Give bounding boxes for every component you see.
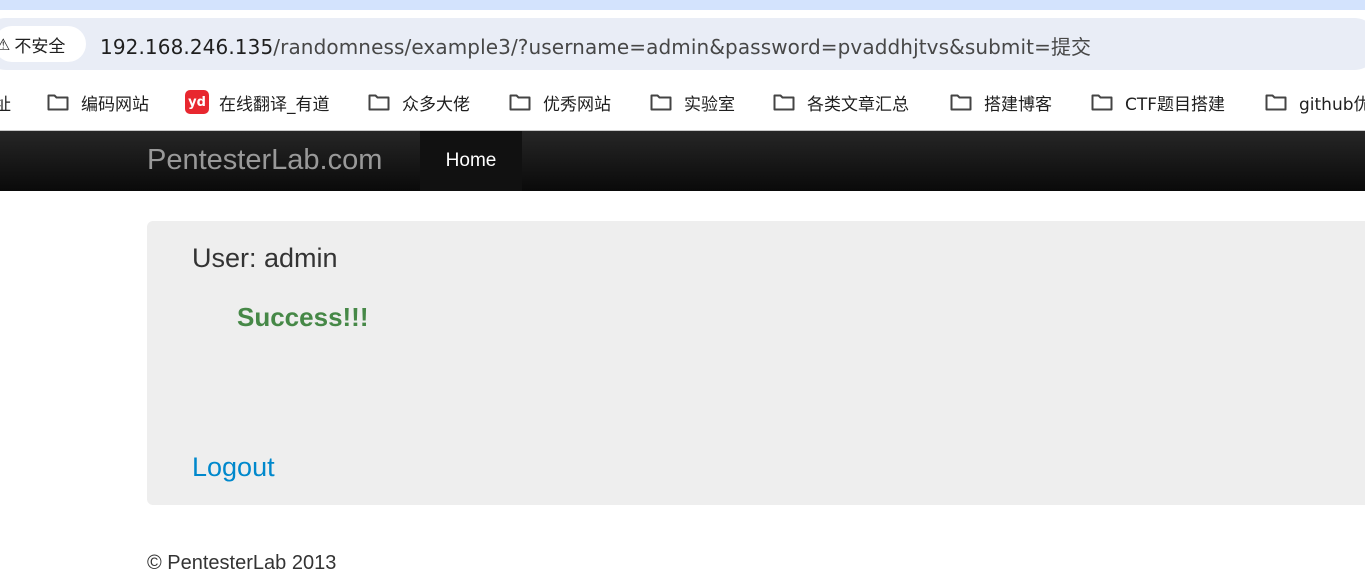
bookmark-label: 搭建博客 <box>984 94 1052 115</box>
folder-icon <box>1265 94 1287 111</box>
bookmarks-bar: 址 编码网站 yd 在线翻译_有道 众多大佬 优秀网站 实验室 各类文章汇总 搭… <box>0 76 1365 131</box>
bookmark-label: 址 <box>0 90 11 115</box>
bookmark-label: github优 <box>1299 94 1365 115</box>
bookmark-partial[interactable]: 址 <box>0 88 11 116</box>
bookmark-label: 编码网站 <box>81 94 149 115</box>
site-navbar: PentesterLab.com Home <box>0 131 1365 191</box>
folder-icon <box>650 94 672 111</box>
bookmark-label: CTF题目搭建 <box>1125 94 1226 115</box>
warning-icon: ⚠ <box>0 34 11 54</box>
logout-link[interactable]: Logout <box>192 452 275 483</box>
bookmark-label: 在线翻译_有道 <box>219 94 330 115</box>
security-label: 不安全 <box>14 36 66 57</box>
bookmark-folder-6[interactable]: 搭建博客 <box>950 88 1052 116</box>
url-text[interactable]: 192.168.246.135/randomness/example3/?use… <box>100 31 1091 60</box>
url-host: 192.168.246.135 <box>100 35 274 59</box>
bookmark-youdao[interactable]: yd 在线翻译_有道 <box>185 88 330 116</box>
bookmark-label: 实验室 <box>684 94 735 115</box>
bookmark-folder-1[interactable]: 编码网站 <box>47 88 149 116</box>
user-heading: User: admin <box>192 243 338 273</box>
nav-home-link[interactable]: Home <box>420 131 522 191</box>
bookmark-folder-7[interactable]: CTF题目搭建 <box>1091 88 1225 116</box>
brand-link[interactable]: PentesterLab.com <box>147 144 382 177</box>
address-bar-row: ⚠ 不安全 192.168.246.135/randomness/example… <box>0 10 1365 76</box>
bookmark-label: 众多大佬 <box>402 94 470 115</box>
bookmark-label: 各类文章汇总 <box>807 94 909 115</box>
bookmark-label: 优秀网站 <box>543 94 611 115</box>
folder-icon <box>509 94 531 111</box>
bookmark-folder-8[interactable]: github优 <box>1265 88 1365 116</box>
bookmark-folder-5[interactable]: 各类文章汇总 <box>773 88 909 116</box>
security-chip[interactable]: ⚠ 不安全 <box>0 26 86 62</box>
folder-icon <box>773 94 795 111</box>
hero-unit: User: admin Success!!! Logout <box>147 221 1365 505</box>
youdao-icon: yd <box>185 90 209 114</box>
url-path: /randomness/example3/?username=admin&pas… <box>273 35 1092 59</box>
bookmark-folder-2[interactable]: 众多大佬 <box>368 88 470 116</box>
folder-icon <box>1091 94 1113 111</box>
bookmark-folder-4[interactable]: 实验室 <box>650 88 735 116</box>
browser-top-strip <box>0 0 1365 10</box>
bookmark-folder-3[interactable]: 优秀网站 <box>509 88 611 116</box>
success-message: Success!!! <box>237 302 369 332</box>
folder-icon <box>368 94 390 111</box>
folder-icon <box>47 94 69 111</box>
folder-icon <box>950 94 972 111</box>
